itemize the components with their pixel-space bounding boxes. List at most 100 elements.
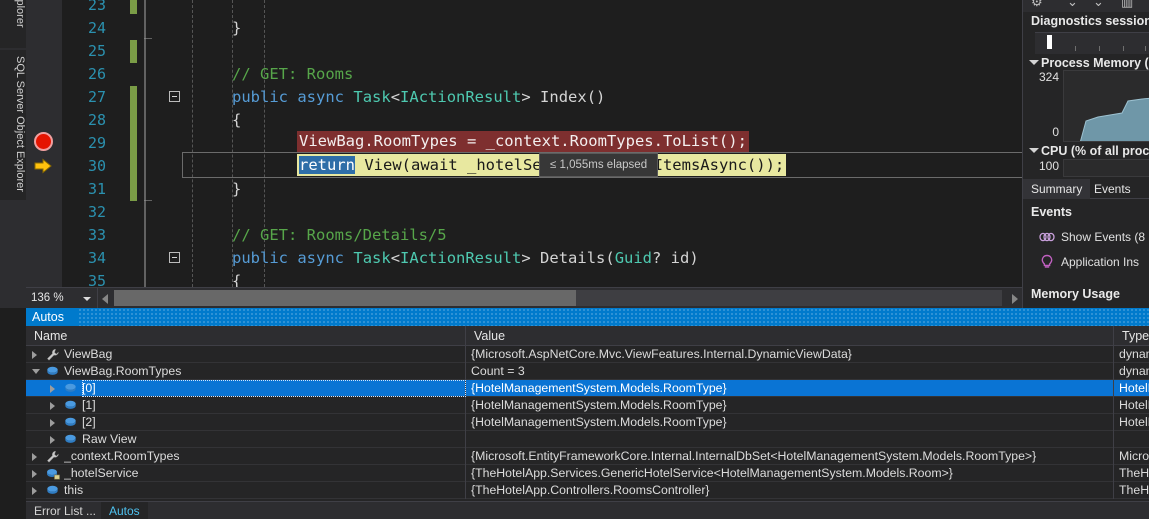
variable-name-cell[interactable]: [2] [82,414,466,431]
property-icon [46,450,60,463]
show-events-label: Show Events (8 [1061,230,1146,244]
expander-expand-icon[interactable] [50,402,55,410]
table-row[interactable]: [0] {HotelManagementSystem.Models.RoomTyp… [26,380,1149,397]
autos-row-list[interactable]: ViewBag {Microsoft.AspNetCore.Mvc.ViewFea… [26,346,1149,501]
code-editor[interactable]: 23 24 25 26 27 28 29 30 31 32 33 34 35}… [26,0,1022,287]
process-memory-max-label: 324 [1038,70,1059,84]
variable-name-cell[interactable]: Raw View [82,431,466,448]
variable-name-cell[interactable]: [0] [82,380,466,397]
chevron-down-icon [1029,148,1039,153]
tab-events[interactable]: Events [1086,179,1139,199]
code-type: IActionResult [400,249,522,267]
timeline-needle [1047,35,1052,49]
expander-expand-icon[interactable] [32,453,37,461]
scroll-left-arrow-icon[interactable] [102,294,108,304]
process-memory-label: Process Memory ( [1041,56,1149,70]
code-keyword: public [232,88,288,106]
chevron-down-icon [1029,60,1039,65]
zoom-level-dropdown[interactable]: 136 % [26,288,98,309]
table-row[interactable]: ViewBag {Microsoft.AspNetCore.Mvc.ViewFea… [26,346,1149,363]
sidebar-tab-sql-server-object-explorer[interactable]: SQL Server Object Explorer [0,50,26,200]
expander-expand-icon[interactable] [50,436,55,444]
tab-autos[interactable]: Autos [101,502,148,519]
table-row[interactable]: _hotelService {TheHotelApp.Services.Gener… [26,465,1149,482]
code-comment: // GET: Rooms/Details/5 [232,226,447,244]
timeline-tick [1145,46,1146,51]
column-header-value[interactable]: Value [466,326,1114,346]
field-icon [46,484,60,497]
variable-value-cell[interactable]: {HotelManagementSystem.Models.RoomType} [466,380,1114,397]
variable-name-cell[interactable]: ViewBag [64,346,466,363]
variable-type-cell [1114,431,1149,448]
tab-summary[interactable]: Summary [1023,179,1091,199]
variable-value-cell[interactable]: {Microsoft.EntityFrameworkCore.Internal.… [466,448,1114,465]
title-grip[interactable] [78,308,1149,326]
table-row[interactable]: ViewBag.RoomTypesCount = 3 dynami [26,363,1149,380]
diagnostics-tools-panel: ⚙ ⌄ ⌄ ▥ Diagnostics session Process Memo… [1022,0,1149,308]
code-token: { [232,272,242,287]
gear-icon[interactable]: ⚙ [1031,0,1043,10]
tab-error-list[interactable]: Error List ... [26,502,104,519]
variable-type-cell: HotelM [1119,415,1149,429]
memory-usage-section-header[interactable]: Memory Usage [1023,285,1149,304]
column-header-type[interactable]: Type [1114,326,1149,346]
zoom-out-icon[interactable]: ⌄ [1067,0,1078,10]
sidebar-tab-solution-explorer[interactable]: xplorer [0,0,26,48]
code-keyword: async [297,249,345,267]
application-insights-row[interactable]: Application Ins [1023,251,1149,273]
editor-horizontal-scrollbar[interactable] [114,290,1002,306]
table-row[interactable]: _context.RoomTypes {Microsoft.EntityFrame… [26,448,1149,465]
table-row[interactable]: [1] {HotelManagementSystem.Models.RoomTyp… [26,397,1149,414]
editor-bottom-bar[interactable]: 136 % [26,287,1022,309]
column-header-name[interactable]: Name [26,326,466,346]
variable-name-cell[interactable]: _hotelService [64,465,466,482]
expander-expand-icon[interactable] [32,351,37,359]
autos-bottom-tab-bar[interactable]: Error List ... Autos [26,501,1149,519]
table-row[interactable]: this {TheHotelApp.Controllers.RoomsContro… [26,482,1149,499]
diagnostics-toolbar[interactable]: ⚙ ⌄ ⌄ ▥ [1023,0,1149,12]
zoom-in-icon[interactable]: ⌄ [1093,0,1104,10]
scroll-right-arrow-icon[interactable] [1012,294,1018,304]
variable-value-cell[interactable]: {TheHotelApp.Controllers.RoomsController… [466,482,1114,499]
code-token: } [232,180,242,198]
timeline-tick [1075,46,1076,51]
chart-icon[interactable]: ▥ [1121,0,1133,10]
expander-collapse-icon[interactable] [32,369,40,374]
variable-value-cell[interactable]: Count = 3 [466,363,1114,380]
expander-expand-icon[interactable] [32,487,37,495]
expander-expand-icon[interactable] [32,470,37,478]
cpu-max-label: 100 [1038,159,1059,173]
scrollbar-thumb[interactable] [114,290,576,306]
table-row[interactable]: Raw View [26,431,1149,448]
variable-value-cell[interactable]: {Microsoft.AspNetCore.Mvc.ViewFeatures.I… [466,346,1114,363]
cpu-label: CPU (% of all proc [1041,144,1149,158]
timeline-tick [1123,46,1124,51]
variable-name-cell[interactable]: [1] [82,397,466,414]
variable-name-cell[interactable]: _context.RoomTypes [64,448,466,465]
variable-value-cell[interactable]: {HotelManagementSystem.Models.RoomType} [466,397,1114,414]
performance-tip[interactable]: ≤ 1,055ms elapsed [539,153,659,177]
autos-panel: Autos Name Value Type ViewBag {Microsoft.… [26,308,1149,519]
code-token: < [390,249,401,267]
autos-column-headers: Name Value Type [26,326,1149,346]
show-events-row[interactable]: Show Events (8 [1023,226,1149,248]
table-row[interactable]: [2] {HotelManagementSystem.Models.RoomTyp… [26,414,1149,431]
diagnostics-tab-bar[interactable]: Summary Events [1023,179,1149,199]
variable-name-cell[interactable]: this [64,482,466,499]
code-identifier: Index() [540,88,606,106]
code-token: ? id) [652,249,699,267]
variable-name-cell[interactable]: ViewBag.RoomTypes [64,363,466,380]
field-icon [64,416,78,429]
expander-expand-icon[interactable] [50,419,55,427]
zoom-level-value: 136 % [31,292,64,304]
chevron-down-icon[interactable] [83,297,91,301]
expander-expand-icon[interactable] [50,385,55,393]
code-keyword: public [232,249,288,267]
application-insights-label: Application Ins [1061,255,1140,269]
code-token: < [390,88,401,106]
variable-value-cell[interactable] [466,431,1114,448]
cpu-section-header[interactable]: CPU (% of all proc [1023,142,1149,160]
diagnostics-timeline[interactable] [1035,32,1149,54]
variable-value-cell[interactable]: {HotelManagementSystem.Models.RoomType} [466,414,1114,431]
variable-value-cell[interactable]: {TheHotelApp.Services.GenericHotelServic… [466,465,1114,482]
